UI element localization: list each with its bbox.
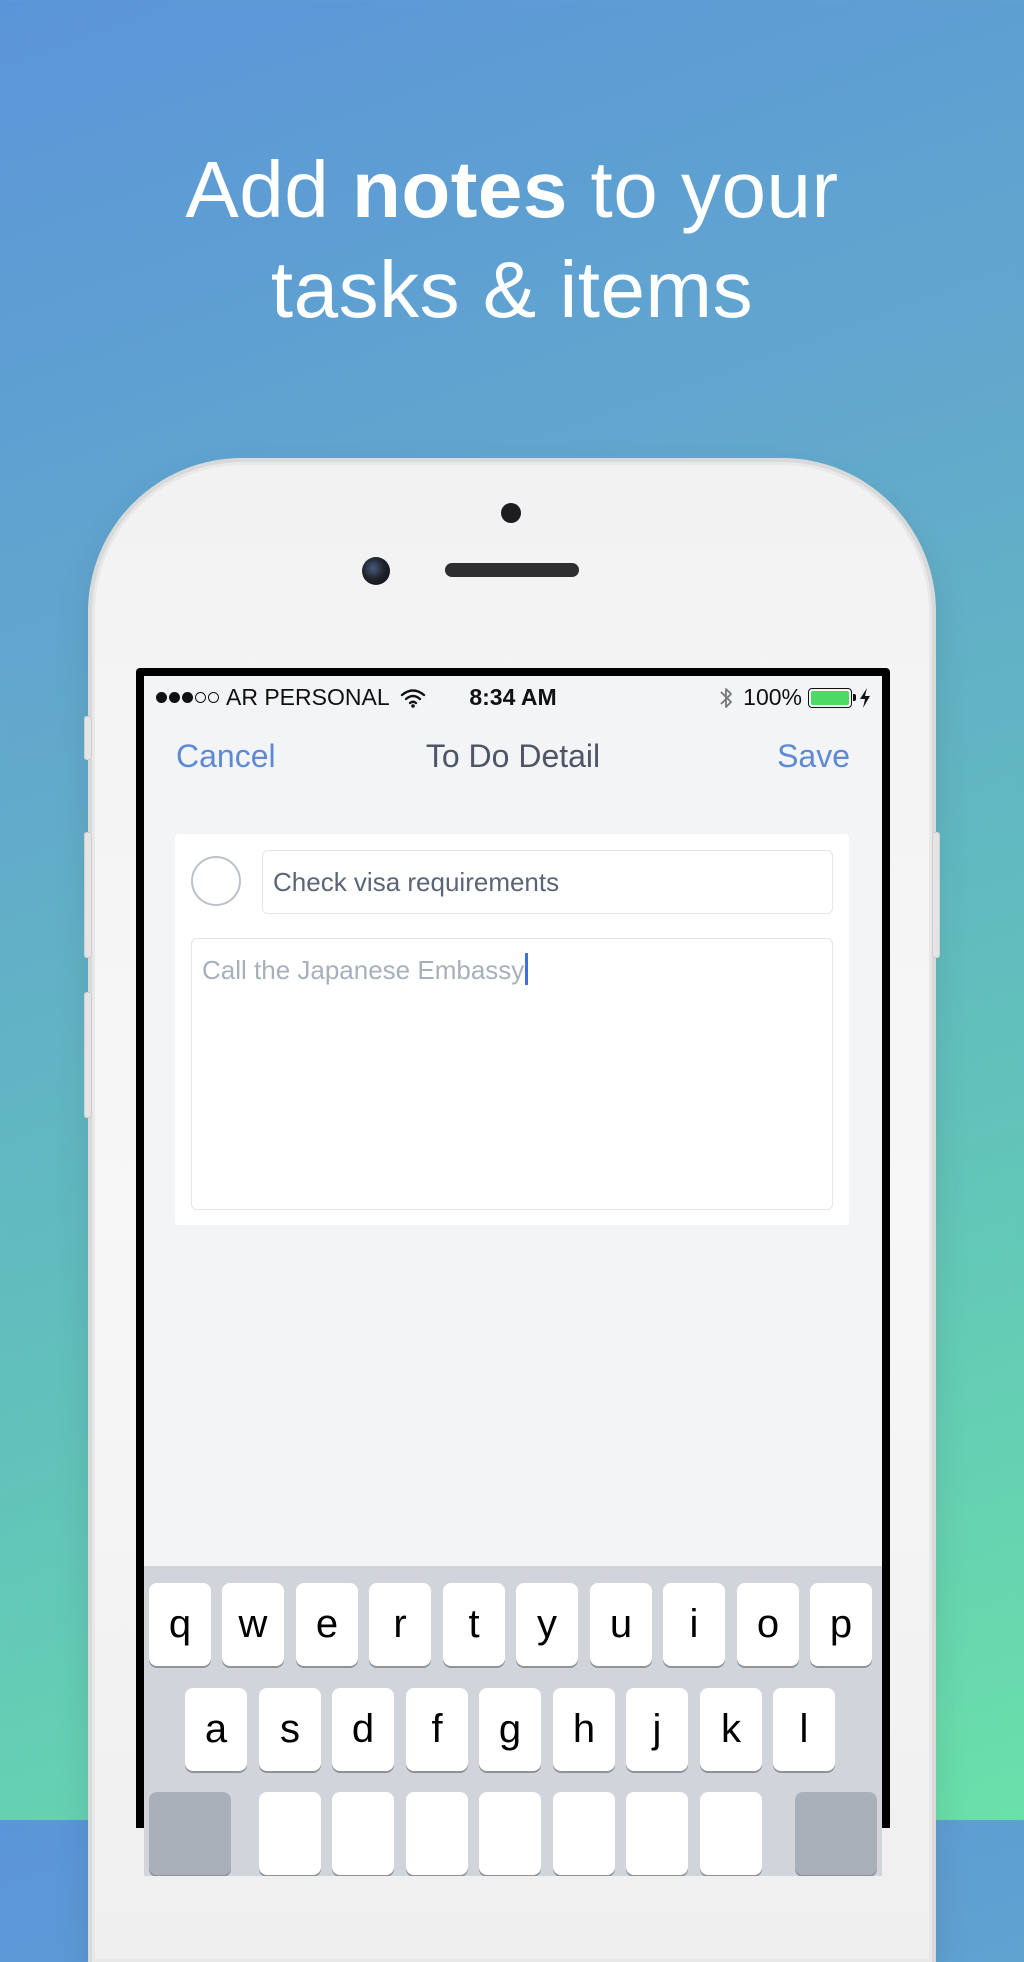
headline-bold-text: notes [351,145,568,234]
front-camera [362,557,390,585]
proximity-sensor [501,503,521,523]
key-y[interactable]: y [516,1583,578,1666]
key-p[interactable]: p [810,1583,872,1666]
key-k[interactable]: k [700,1688,762,1771]
complete-checkbox[interactable] [191,856,241,906]
key-s[interactable]: s [259,1688,321,1771]
headline-line-1: Add notes to your [0,140,1024,240]
status-bar-right: 100% [719,684,872,711]
phone-volume-up-button [84,832,92,958]
key-l[interactable]: l [773,1688,835,1771]
phone-screen: AR PERSONAL 8:34 AM 100% Cancel To Do De… [136,668,890,1876]
promo-headline: Add notes to your tasks & items [0,140,1024,340]
phone-volume-down-button [84,992,92,1118]
bluetooth-icon [720,687,733,708]
key-r[interactable]: r [369,1583,431,1666]
save-button[interactable]: Save [777,738,850,775]
headline-line-2: tasks & items [270,245,754,334]
key-g[interactable]: g [479,1688,541,1771]
battery-icon [808,687,856,708]
key-i[interactable]: i [663,1583,725,1666]
key-q[interactable]: q [149,1583,211,1666]
key-o[interactable]: o [737,1583,799,1666]
phone-power-button [932,832,940,958]
delete-key[interactable] [795,1792,877,1875]
key-u[interactable]: u [590,1583,652,1666]
key-w[interactable]: w [222,1583,284,1666]
keyboard-row-1: q w e r t y u i o p [144,1583,882,1669]
keyboard-letter-key[interactable] [626,1792,688,1875]
status-bar: AR PERSONAL 8:34 AM 100% [144,676,882,716]
key-j[interactable]: j [626,1688,688,1771]
phone-mute-switch [84,716,92,760]
notes-textarea[interactable]: Call the Japanese Embassy [191,938,833,1210]
key-h[interactable]: h [553,1688,615,1771]
battery-percentage: 100% [743,684,802,710]
keyboard-letter-key[interactable] [259,1792,321,1875]
keyboard-letter-key[interactable] [700,1792,762,1875]
notes-value: Call the Japanese Embassy [202,955,525,985]
shift-key[interactable] [149,1792,231,1875]
headline-text-end: to your [567,145,839,234]
key-t[interactable]: t [443,1583,505,1666]
headline-text: Add [185,145,352,234]
key-d[interactable]: d [332,1688,394,1771]
keyboard-row-2: a s d f g h j k l [144,1688,882,1774]
todo-detail-card: Call the Japanese Embassy [175,834,849,1225]
keyboard-row-3 [144,1792,882,1876]
keyboard-letter-key[interactable] [332,1792,394,1875]
key-e[interactable]: e [296,1583,358,1666]
cancel-button[interactable]: Cancel [176,738,276,775]
keyboard-letter-key[interactable] [479,1792,541,1875]
notes-text: Call the Japanese Embassy [202,953,529,986]
text-caret [525,953,529,985]
keyboard-letter-key[interactable] [406,1792,468,1875]
app-screen: AR PERSONAL 8:34 AM 100% Cancel To Do De… [144,676,882,1876]
charging-bolt-icon [860,687,870,708]
keyboard-letter-key[interactable] [553,1792,615,1875]
key-f[interactable]: f [406,1688,468,1771]
task-title-input[interactable] [262,850,833,914]
earpiece-speaker [445,563,579,577]
key-a[interactable]: a [185,1688,247,1771]
on-screen-keyboard: q w e r t y u i o p a s d f g h j k l [144,1566,882,1876]
navigation-bar: Cancel To Do Detail Save [144,738,882,788]
